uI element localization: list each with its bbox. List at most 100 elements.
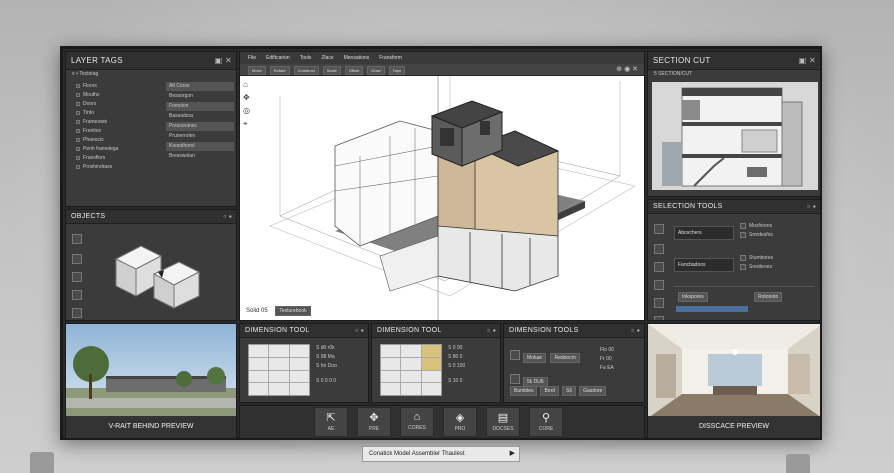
layer-visibility-icon[interactable] [76, 92, 80, 97]
dimension-button[interactable]: S6 [562, 386, 577, 396]
checkbox-icon[interactable] [740, 222, 746, 229]
dimension-grid-1[interactable] [248, 344, 310, 396]
layer-item[interactable]: Doors [76, 100, 164, 109]
dimension-tag[interactable]: Redoocm [550, 353, 580, 363]
panel-controls-icon[interactable]: ▫ ▪ [355, 324, 364, 338]
dimension-action[interactable]: S 10 0 [448, 377, 465, 386]
layer-icon[interactable] [510, 373, 520, 384]
object-preview[interactable] [106, 234, 216, 314]
eraser-icon[interactable] [72, 290, 82, 301]
layer-item[interactable]: Frentiox [76, 127, 164, 136]
close-icon[interactable]: ✕ [809, 56, 816, 65]
layer-item[interactable]: Penh framelega [76, 145, 164, 154]
layer-visibility-icon[interactable] [76, 83, 80, 88]
checkbox-icon[interactable] [740, 263, 746, 270]
toolbar-button[interactable]: Construct [293, 66, 319, 75]
layer-item[interactable]: Frunsflors [76, 154, 164, 163]
invert-icon[interactable] [654, 297, 664, 308]
panel-controls-icon[interactable]: ▫ ▪ [223, 210, 232, 224]
lasso-icon[interactable] [72, 254, 82, 265]
menu-item[interactable]: Fransform [379, 52, 402, 64]
selection-field-b[interactable]: Fancbadoos [674, 258, 734, 272]
selection-field-a[interactable]: Aboxchers [674, 226, 734, 240]
toolbar-button[interactable]: Draw [367, 66, 385, 75]
checkbox-icon[interactable] [740, 254, 746, 261]
building-model-3d[interactable] [240, 76, 645, 321]
panel-controls-icon[interactable]: ▫ ▪ [487, 324, 496, 338]
tool-tile[interactable]: ⌂ CORES [400, 407, 434, 437]
dimension-grid-2[interactable] [380, 344, 442, 396]
play-icon[interactable]: ▶ [510, 447, 515, 461]
selection-row[interactable]: Mozhirens [740, 222, 820, 231]
menu-item[interactable]: Mensations [344, 52, 370, 64]
menu-item[interactable]: Tools [300, 52, 312, 64]
layer-visibility-icon[interactable] [76, 146, 80, 151]
layer-visibility-icon[interactable] [76, 110, 80, 115]
close-icon[interactable]: ✕ [225, 56, 232, 65]
selection-action-b[interactable]: Rotonoto [754, 292, 783, 302]
layer-item[interactable]: Mouths [76, 91, 164, 100]
toolbar-button[interactable]: Rotate [269, 66, 290, 75]
layer-tag-item[interactable]: Prunerrolen [166, 132, 234, 141]
dimension-button[interactable]: Bumbles [510, 386, 538, 396]
toolbar-button[interactable]: Scale [322, 66, 341, 75]
menu-item[interactable]: Zlace [321, 52, 333, 64]
status-value[interactable]: Texturebook [275, 306, 311, 316]
selection-action-a[interactable]: Inkspores [678, 292, 708, 302]
filter-icon[interactable] [654, 279, 664, 290]
paint-icon[interactable] [72, 272, 82, 283]
layer-tag-item[interactable]: Fomolon [166, 102, 234, 111]
panel-controls-icon[interactable]: ▫ ▪ [631, 324, 640, 338]
layer-item[interactable]: Tinto [76, 109, 164, 118]
crossing-select-icon[interactable] [654, 261, 664, 272]
dimension-tag[interactable]: Mokae [523, 353, 547, 363]
interior-render-image[interactable] [648, 324, 821, 418]
layer-tag-item[interactable]: Kooodhoroi [166, 142, 234, 151]
export-icon[interactable] [654, 315, 664, 320]
street-render-image[interactable] [66, 324, 237, 418]
checkbox-icon[interactable] [740, 231, 746, 238]
component-icon[interactable] [72, 308, 82, 319]
dimension-button[interactable]: Gasdore [579, 386, 607, 396]
layer-visibility-icon[interactable] [76, 137, 80, 142]
tool-tile[interactable]: ▤ DOCSES [486, 407, 520, 437]
layer-visibility-icon[interactable] [76, 155, 80, 160]
tool-tile[interactable]: ◈ PRO [443, 407, 477, 437]
layer-tag-item[interactable]: Bresswolan [166, 152, 234, 161]
pin-icon[interactable]: ▣ [215, 56, 223, 65]
panel-controls-icon[interactable]: ▫ ▪ [807, 200, 816, 214]
layer-item[interactable]: Floors [76, 82, 164, 91]
selection-row[interactable]: Sreobroes [740, 263, 820, 272]
layer-visibility-icon[interactable] [76, 164, 80, 169]
section-cut-image[interactable] [652, 82, 818, 190]
dimension-row: S 0 00 [448, 345, 463, 351]
pin-icon[interactable]: ▣ [799, 56, 807, 65]
tool-tile[interactable]: ⚲ CORE [529, 407, 563, 437]
layer-icon[interactable] [510, 349, 520, 360]
menu-item[interactable]: Ediftcarion [266, 52, 290, 64]
dimension-action[interactable]: S 0 0 0 0 [316, 377, 337, 386]
layer-visibility-icon[interactable] [76, 128, 80, 133]
toolbar-button[interactable]: Offset [344, 66, 364, 75]
box-select-icon[interactable] [654, 243, 664, 254]
toolbar-button[interactable]: Tape [388, 66, 406, 75]
layer-tag-item[interactable]: Bassadoss [166, 112, 234, 121]
window-controls-icon[interactable]: ⊕ ◉ ✕ [616, 65, 638, 73]
layer-item[interactable]: Frameswis [76, 118, 164, 127]
select-arrow-icon[interactable] [654, 223, 664, 234]
layer-visibility-icon[interactable] [76, 101, 80, 106]
toolbar-button[interactable]: Move [248, 66, 266, 75]
tool-tile[interactable]: ⇱ AE [314, 407, 348, 437]
layer-item[interactable]: Proshindrase [76, 163, 164, 172]
layer-visibility-icon[interactable] [76, 119, 80, 124]
layer-item[interactable]: Phanocis [76, 136, 164, 145]
tool-tile[interactable]: ✥ PRE [357, 407, 391, 437]
menu-item[interactable]: File [248, 52, 256, 64]
selection-row[interactable]: Stumbores [740, 254, 820, 263]
selection-row[interactable]: Smrdesfirs [740, 231, 820, 240]
select-icon[interactable] [72, 233, 82, 244]
layer-tag-item[interactable]: Bessorgon [166, 92, 234, 101]
dimension-button[interactable]: Bord [540, 386, 560, 396]
layer-tag-item[interactable]: Alt Coros [166, 82, 234, 91]
layer-tag-item[interactable]: Pressoranss [166, 122, 234, 131]
